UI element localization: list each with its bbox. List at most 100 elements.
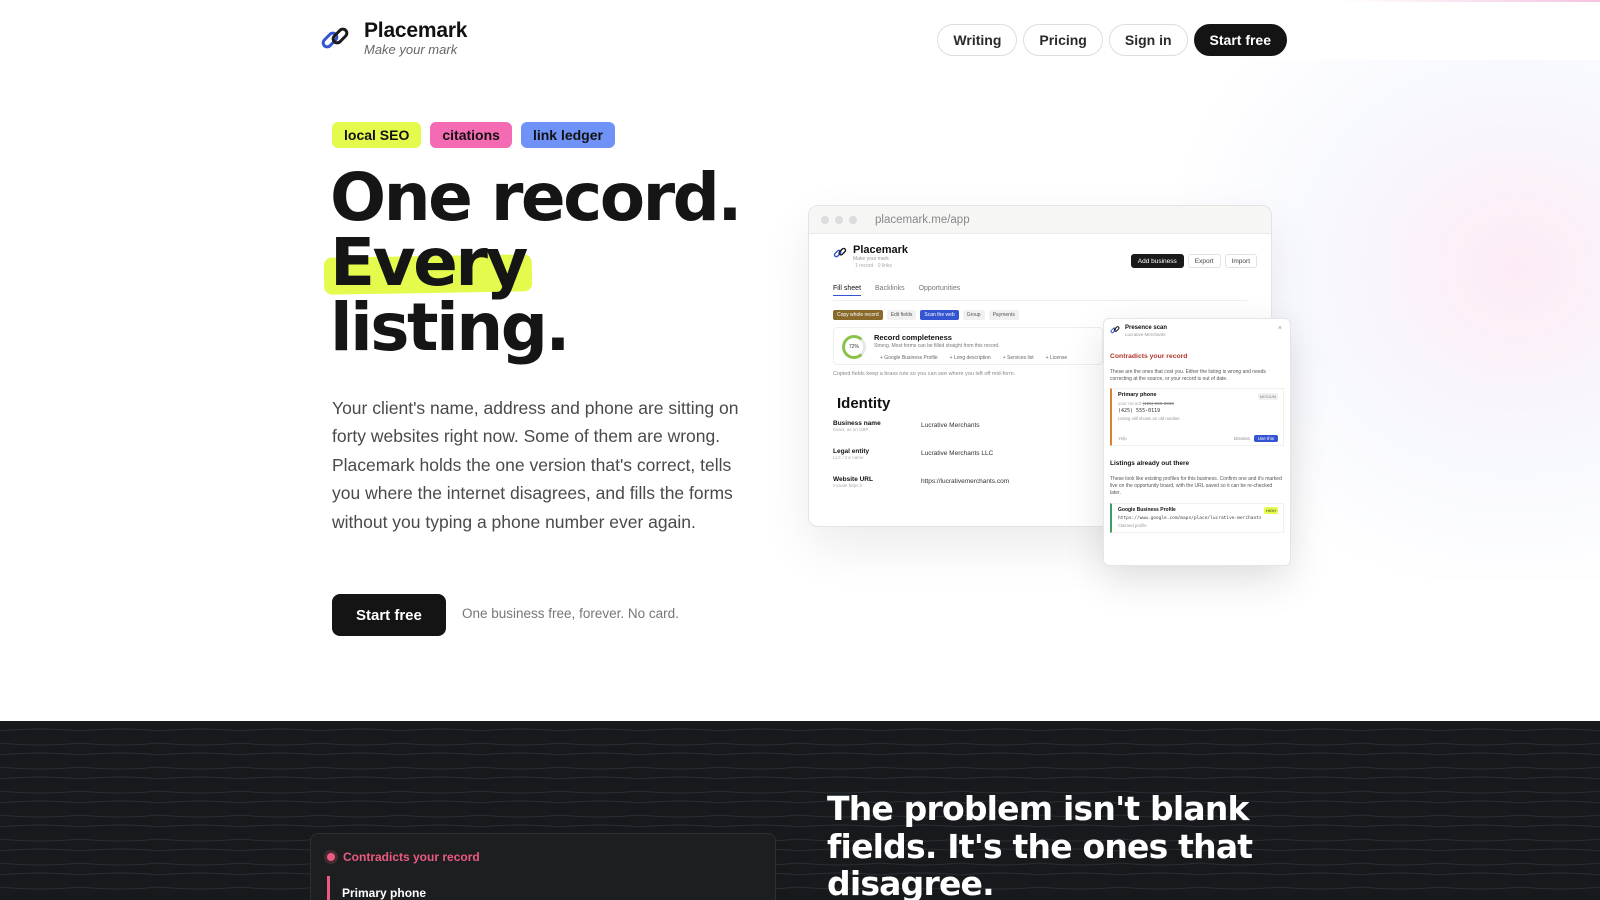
wave-line (0, 862, 1600, 866)
link-logo-icon (321, 27, 349, 48)
import-button[interactable]: Import (1224, 254, 1257, 268)
completeness-card: 72% Record completeness Strong. Most for… (833, 327, 1103, 365)
problem-card: Contradicts your record Primary phone (310, 833, 776, 900)
listings-text: These look like existing profiles for th… (1110, 476, 1282, 496)
app-brand-name: Placemark (853, 244, 909, 256)
alert-dot-icon (327, 853, 335, 861)
completeness-sub: Strong. Most forms can be filled straigh… (874, 343, 1000, 349)
brand[interactable]: Placemark Make your mark (320, 20, 467, 57)
headline-line-2-highlight: Every (330, 224, 528, 301)
new-value: (425) 555-0119 (1118, 408, 1161, 414)
window-dot (835, 215, 843, 224)
wave-line (0, 766, 1600, 770)
close-icon[interactable]: × (1278, 325, 1282, 332)
wave-lines-background (0, 728, 1600, 890)
wave-line (0, 872, 1600, 876)
wave-line (0, 742, 1600, 746)
field-value[interactable]: https://lucrativemerchants.com (921, 476, 1009, 496)
field-hint: Exact, as on GBP (833, 427, 869, 432)
nav-writing-button[interactable]: Writing (937, 24, 1018, 56)
field-label: Business name (833, 420, 881, 427)
window-dot (849, 215, 857, 224)
cta-note: One business free, forever. No card. (462, 606, 679, 621)
hero-lede: Your client's name, address and phone ar… (332, 398, 739, 532)
dismiss-button[interactable]: Dismiss (1234, 436, 1250, 441)
tag-citations: citations (430, 122, 512, 148)
issue-field: Primary phone (1118, 392, 1157, 398)
link-logo-icon (833, 247, 847, 258)
wave-line (0, 728, 1600, 732)
identity-heading: Identity (833, 395, 899, 412)
old-value: (425) 000-0000 (1142, 401, 1174, 406)
nav-start-free-button[interactable]: Start free (1193, 24, 1287, 56)
field-value[interactable]: Lucrative Merchants LLC (921, 448, 993, 468)
listing-url: https://www.google.com/maps/place/lucrat… (1118, 516, 1262, 521)
problem-section: Contradicts your record Primary phone Th… (0, 721, 1600, 900)
copy-record-button[interactable]: Copy whole record (833, 310, 883, 320)
tag-link-ledger: link ledger (520, 122, 615, 148)
wave-line (0, 790, 1600, 794)
listing-card[interactable]: Google Business Profile HIGH https://www… (1110, 503, 1284, 533)
severity-badge: MEDIUM (1257, 393, 1278, 400)
contradicts-text: These are the ones that cost you. Either… (1110, 369, 1266, 382)
tab-fill-sheet[interactable]: Fill sheet (833, 285, 862, 296)
scan-title: Presence scan (1125, 325, 1168, 331)
field-value[interactable]: Lucrative Merchants (921, 420, 980, 440)
top-nav: Writing Pricing Sign in Start free (937, 24, 1287, 56)
use-this-button[interactable]: Use this (1253, 435, 1278, 442)
chip[interactable]: + License (1046, 355, 1068, 361)
app-actions: Add business Export Import (1130, 254, 1257, 268)
listing-name: Google Business Profile (1118, 507, 1176, 513)
chip[interactable]: + Long description (950, 355, 991, 361)
wave-line (0, 848, 1600, 852)
chip[interactable]: + Services list (1003, 355, 1034, 361)
link-logo-icon (1110, 326, 1120, 334)
issue-note: Listing still shows an old number. (1118, 416, 1181, 421)
problem-card-accent (327, 876, 330, 900)
hero-headline: One record. Every listing. (330, 159, 742, 366)
field-hint: Include https:// (833, 483, 863, 488)
app-tabs: Fill sheet Backlinks Opportunities (833, 285, 1247, 301)
listings-heading: Listings already out there (1110, 460, 1190, 467)
scan-web-button[interactable]: Scan the web (920, 310, 959, 320)
nav-pricing-button[interactable]: Pricing (1023, 24, 1103, 56)
wave-line (0, 886, 1600, 890)
problem-heading: The problem isn't blank fields. It's the… (827, 789, 1253, 900)
window-url: placemark.me/app (875, 213, 970, 226)
completeness-chips: + Google Business Profile + Long descrip… (880, 355, 1067, 361)
confidence-badge: HIGH (1264, 507, 1278, 514)
payments-button[interactable]: Payments (988, 310, 1019, 320)
group-button[interactable]: Group (962, 310, 985, 320)
export-button[interactable]: Export (1187, 254, 1221, 268)
hero-start-free-button[interactable]: Start free (332, 594, 446, 636)
window-dot (821, 215, 829, 224)
completeness-ring: 72% (842, 335, 866, 359)
completeness-title: Record completeness (874, 333, 952, 342)
wave-line (0, 752, 1600, 756)
issue-card: Primary phone MEDIUM your record (425) 0… (1110, 388, 1284, 446)
headline-line-1: One record. (330, 159, 742, 236)
scan-subtitle: Lucrative Merchants (1125, 332, 1166, 337)
wave-line (0, 838, 1600, 842)
app-brand-tagline: Make your mark (853, 256, 889, 262)
headline-line-3: listing. (330, 289, 571, 366)
edit-fields-button[interactable]: Edit fields (886, 310, 917, 320)
tab-opportunities[interactable]: Opportunities (919, 285, 961, 296)
tab-backlinks[interactable]: Backlinks (875, 285, 905, 296)
brand-name: Placemark (364, 19, 468, 42)
top-accent-line (1340, 0, 1600, 2)
brand-tagline: Make your mark (364, 42, 458, 57)
presence-scan-panel: Presence scan Lucrative Merchants × Cont… (1103, 318, 1291, 566)
wave-line (0, 776, 1600, 780)
wave-line (0, 800, 1600, 804)
wave-line (0, 824, 1600, 828)
nav-signin-button[interactable]: Sign in (1108, 24, 1188, 56)
chip[interactable]: + Google Business Profile (880, 355, 938, 361)
tag-local-seo: local SEO (332, 122, 422, 148)
topic-tags: local SEO citations link ledger (332, 122, 615, 148)
wave-line (0, 814, 1600, 818)
problem-card-label: Contradicts your record (343, 850, 480, 864)
contradicts-heading: Contradicts your record (1110, 353, 1188, 360)
add-business-button[interactable]: Add business (1130, 254, 1184, 268)
field-label: Legal entity (833, 448, 870, 455)
